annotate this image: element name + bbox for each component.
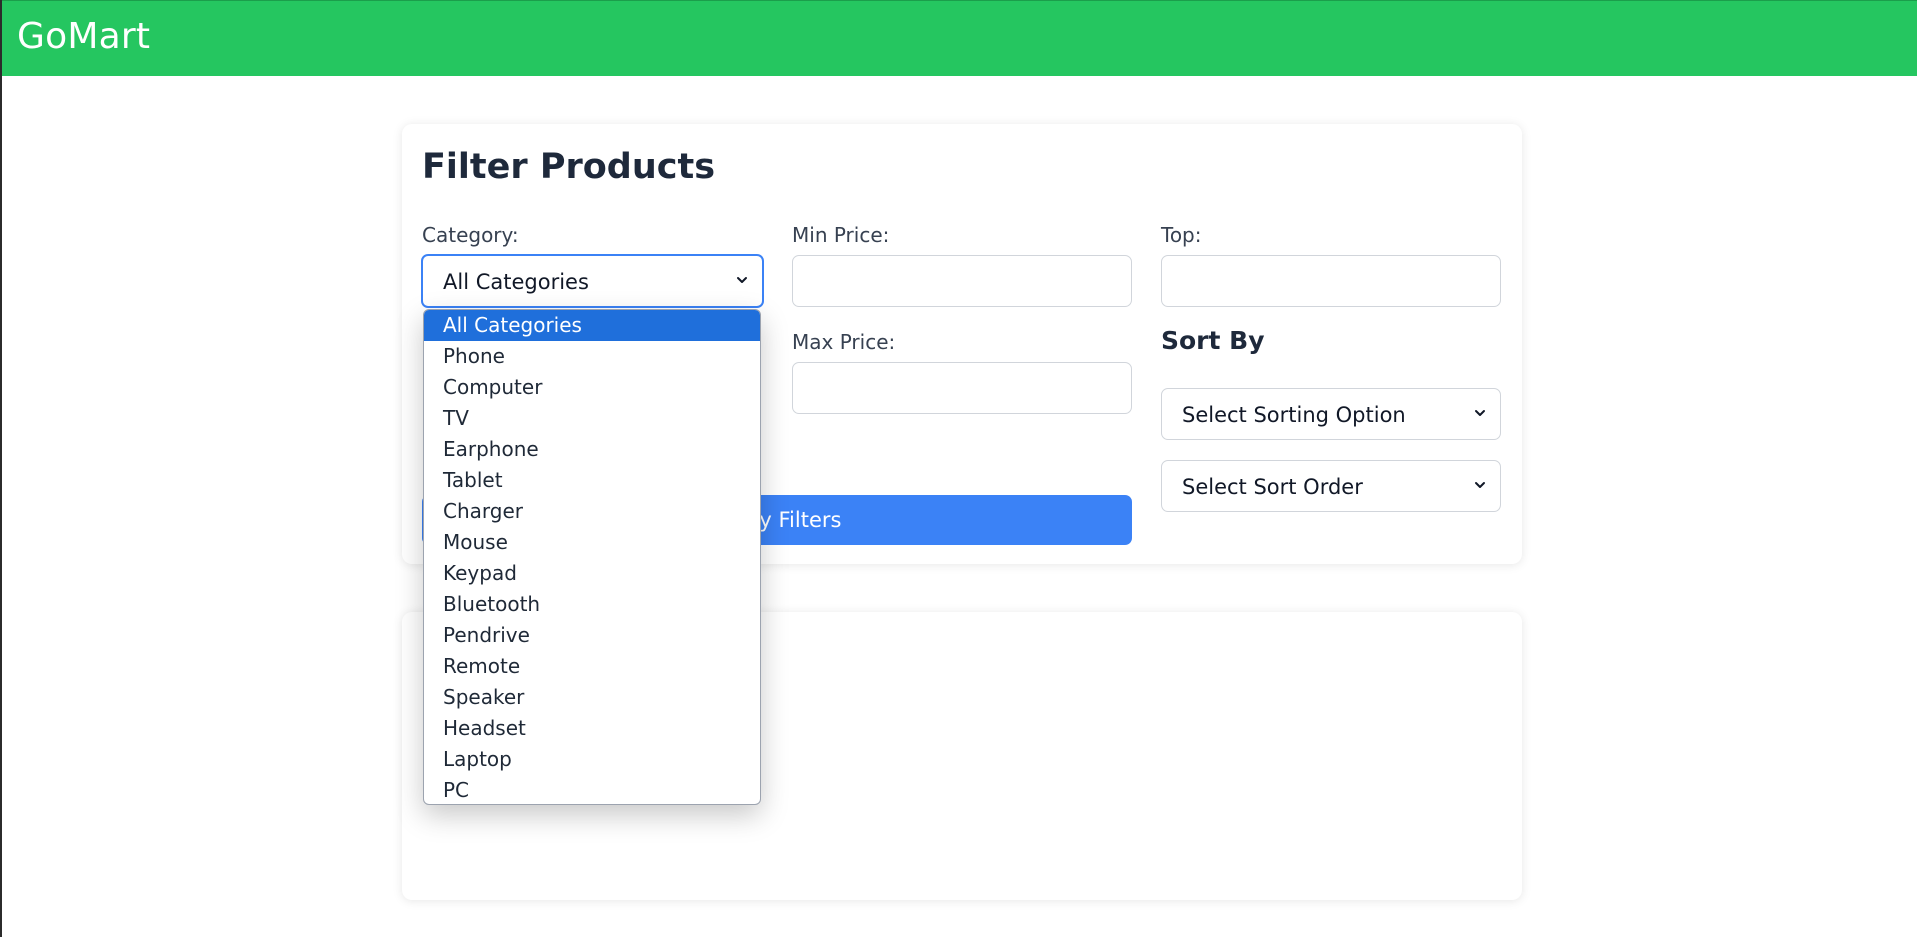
sort-order-select-value: Select Sort Order <box>1182 475 1363 499</box>
chevron-down-icon <box>737 277 747 283</box>
category-options-list: All Categories Phone Computer TV Earphone Tab… <box>424 310 760 804</box>
category-select[interactable]: All Categories <box>421 254 764 308</box>
sort-order-select[interactable]: Select Sort Order <box>1161 460 1501 512</box>
category-option[interactable]: Tablet <box>424 465 760 496</box>
window-edge <box>0 0 2 937</box>
brand-logo[interactable]: GoMart <box>17 15 150 59</box>
chevron-down-icon <box>1475 410 1485 416</box>
category-option[interactable]: Charger <box>424 496 760 527</box>
category-option[interactable]: Earphone <box>424 434 760 465</box>
page-title: Filter Products <box>422 147 716 187</box>
category-option[interactable]: Keypad <box>424 558 760 589</box>
category-option[interactable]: Headset <box>424 713 760 744</box>
category-select-value: All Categories <box>443 270 589 294</box>
top-input[interactable] <box>1161 255 1501 307</box>
sort-by-heading: Sort By <box>1161 326 1265 355</box>
category-option[interactable]: Speaker <box>424 682 760 713</box>
max-price-input[interactable] <box>792 362 1132 414</box>
category-option[interactable]: Pendrive <box>424 620 760 651</box>
min-price-label: Min Price: <box>792 223 890 247</box>
category-option[interactable]: Laptop <box>424 744 760 775</box>
sort-option-select-value: Select Sorting Option <box>1182 403 1406 427</box>
category-option[interactable]: Phone <box>424 341 760 372</box>
chevron-down-icon <box>1475 482 1485 488</box>
category-label: Category: <box>422 223 519 247</box>
category-option[interactable]: TV <box>424 403 760 434</box>
category-option[interactable]: All Categories <box>424 310 760 341</box>
category-option[interactable]: Remote <box>424 651 760 682</box>
category-option[interactable]: Bluetooth <box>424 589 760 620</box>
category-option[interactable]: Computer <box>424 372 760 403</box>
app-window: GoMart Filter Products Category: All Cat… <box>0 0 1917 937</box>
category-dropdown-list[interactable]: All Categories Phone Computer TV Earphone Tab… <box>423 309 761 805</box>
category-option[interactable]: PC <box>424 775 760 804</box>
max-price-label: Max Price: <box>792 330 896 354</box>
navbar: GoMart <box>0 0 1917 76</box>
category-option[interactable]: Mouse <box>424 527 760 558</box>
sort-option-select[interactable]: Select Sorting Option <box>1161 388 1501 440</box>
top-label: Top: <box>1161 223 1202 247</box>
min-price-input[interactable] <box>792 255 1132 307</box>
